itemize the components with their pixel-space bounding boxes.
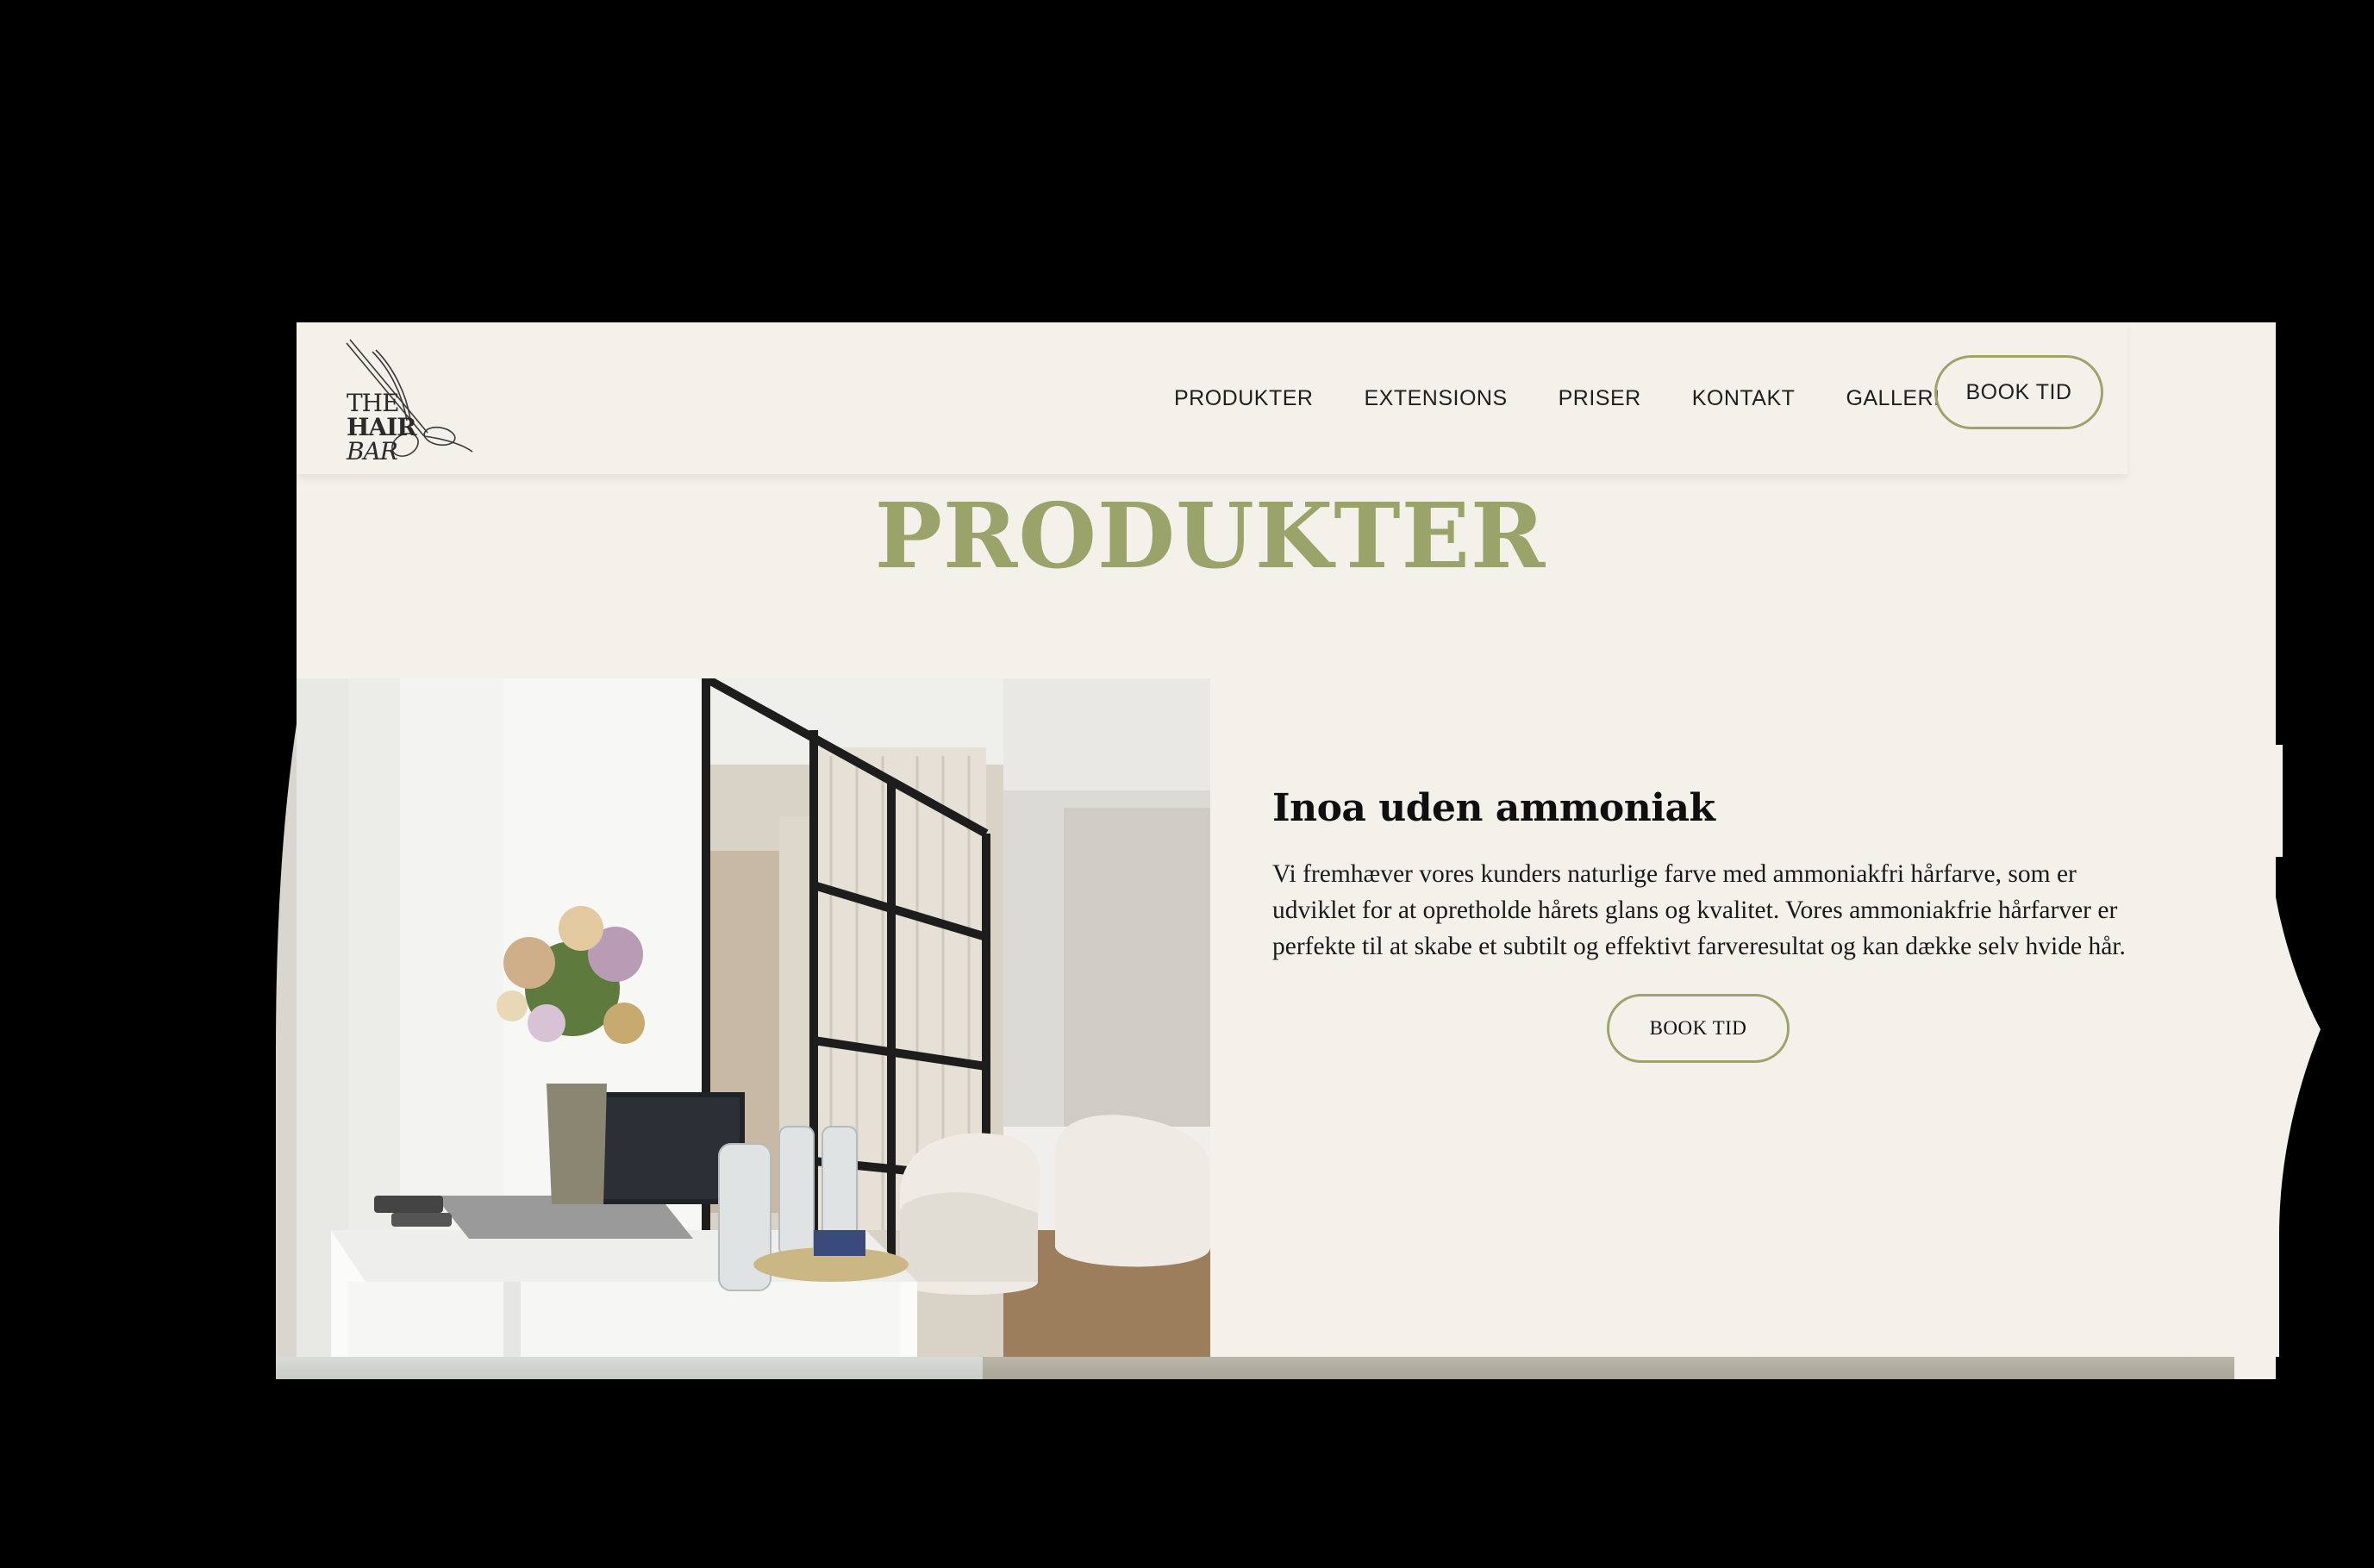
- page-title: PRODUKTER: [874, 483, 1546, 589]
- logo[interactable]: THE HAIR BAR: [321, 334, 493, 465]
- product-description: Vi fremhæver vores kunders naturlige far…: [1272, 860, 2126, 960]
- screen: THE HAIR BAR PRODUKTER EXTENSIONS PRISER…: [0, 0, 2374, 1568]
- salon-photo-illustration: [297, 678, 1210, 1357]
- logo-line-hair: HAIR: [347, 413, 417, 441]
- bottom-strip-left: [276, 1357, 983, 1379]
- product-heading: Inoa uden ammoniak: [1272, 786, 1715, 830]
- nav-item-galleri[interactable]: GALLERI: [1846, 386, 1940, 411]
- nav-item-priser[interactable]: PRISER: [1559, 386, 1641, 411]
- nav-item-extensions[interactable]: EXTENSIONS: [1364, 386, 1507, 411]
- logo-text: THE HAIR BAR: [347, 389, 417, 465]
- salon-photo: [297, 678, 1210, 1357]
- header-book-button[interactable]: BOOK TID: [1934, 355, 2103, 429]
- main-nav: PRODUKTER EXTENSIONS PRISER KONTAKT GALL…: [1174, 322, 1991, 474]
- logo-line-the: THE: [347, 389, 400, 417]
- nav-item-produkter[interactable]: PRODUKTER: [1174, 386, 1313, 411]
- site-header: THE HAIR BAR PRODUKTER EXTENSIONS PRISER…: [297, 322, 2127, 474]
- product-book-button[interactable]: BOOK TID: [1607, 994, 1790, 1063]
- logo-line-bar: BAR: [347, 437, 398, 465]
- product-section: Inoa uden ammoniak Vi fremhæver vores ku…: [1272, 786, 2134, 965]
- nav-item-kontakt[interactable]: KONTAKT: [1692, 386, 1796, 411]
